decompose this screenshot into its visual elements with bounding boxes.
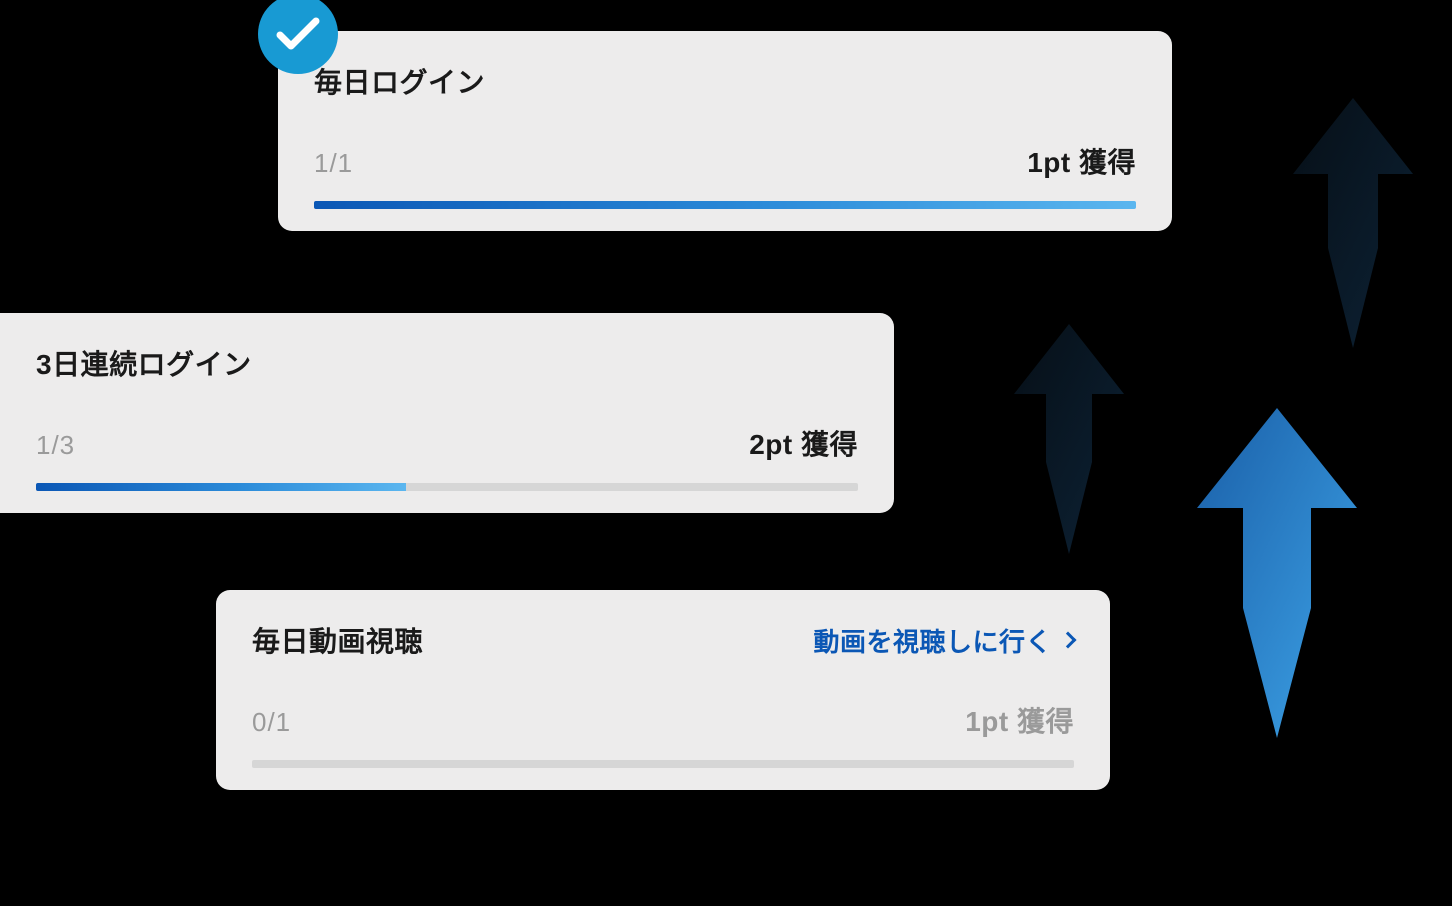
card-title: 毎日動画視聴 [252,620,423,660]
progress-row: 0/1 1pt 獲得 [252,700,1074,740]
reward-label: 1pt 獲得 [1027,141,1136,181]
chevron-right-icon [1060,632,1077,649]
card-header: 3日連続ログイン [36,343,858,383]
progress-row: 1/3 2pt 獲得 [36,423,858,463]
progress-count: 0/1 [252,707,291,738]
card-header: 毎日ログイン [314,61,1136,101]
mission-card-consecutive-login: 3日連続ログイン 1/3 2pt 獲得 [0,313,894,513]
card-title: 毎日ログイン [314,61,485,101]
progress-fill [314,201,1136,209]
mission-card-daily-login: 毎日ログイン 1/1 1pt 獲得 [278,31,1172,231]
watch-video-link[interactable]: 動画を視聴しに行く [813,622,1074,659]
arrow-up-icon [1293,98,1413,348]
card-header: 毎日動画視聴 動画を視聴しに行く [252,620,1074,660]
reward-label: 2pt 獲得 [749,423,858,463]
progress-fill [36,483,406,491]
progress-count: 1/1 [314,148,353,179]
arrow-up-icon [1197,408,1357,738]
progress-bar [252,760,1074,768]
check-icon [276,17,320,51]
card-title: 3日連続ログイン [36,343,252,383]
arrow-up-icon [1014,324,1124,554]
progress-bar [314,201,1136,209]
reward-label: 1pt 獲得 [965,700,1074,740]
progress-row: 1/1 1pt 獲得 [314,141,1136,181]
progress-count: 1/3 [36,430,75,461]
action-link-label: 動画を視聴しに行く [813,622,1052,659]
mission-card-daily-video: 毎日動画視聴 動画を視聴しに行く 0/1 1pt 獲得 [216,590,1110,790]
progress-bar [36,483,858,491]
